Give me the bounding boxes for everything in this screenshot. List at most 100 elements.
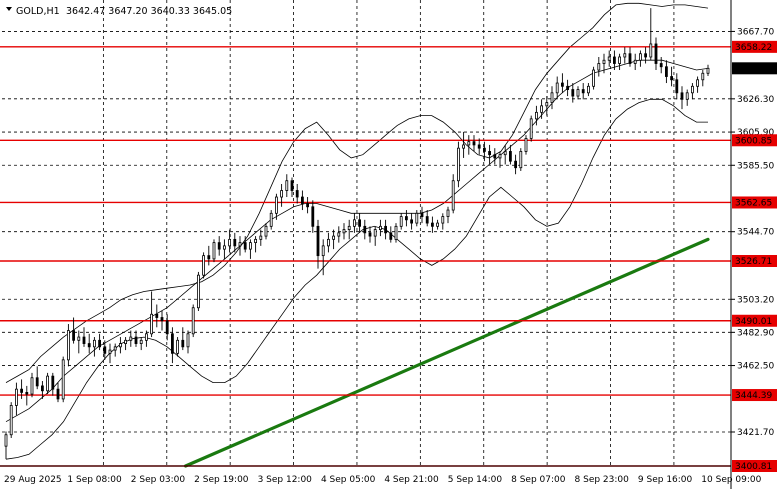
candle-body	[191, 307, 195, 335]
candle-body	[691, 85, 694, 94]
chart-area[interactable]: 3667.70 3626.30 3605.90 3585.50 3544.70 3503.…	[0, 0, 781, 489]
candle-body	[56, 388, 60, 400]
candle-body	[451, 180, 455, 211]
candle-body	[264, 225, 268, 237]
x-tick-label: 29 Aug 2025	[4, 475, 62, 485]
candle-body	[561, 82, 564, 87]
candle-body	[613, 56, 616, 64]
y-tick-label: 3462.50	[737, 362, 774, 372]
candle-body	[675, 79, 679, 94]
candle-body	[82, 336, 86, 344]
candle-body	[4, 434, 8, 447]
candle	[202, 252, 206, 279]
candle-body	[280, 190, 284, 198]
candle-body	[181, 339, 185, 348]
candle-body	[103, 346, 107, 354]
candle-body	[67, 330, 70, 361]
candle-body	[425, 216, 429, 224]
candle	[176, 337, 180, 357]
candle-body	[238, 242, 242, 247]
candle-body	[706, 67, 710, 74]
candle-body	[665, 66, 668, 77]
candle-body	[332, 235, 336, 240]
candle-body	[363, 225, 367, 234]
candle-body	[285, 180, 289, 191]
candle-body	[373, 229, 377, 237]
candle-body	[649, 43, 653, 58]
plot-background	[0, 0, 781, 489]
candle-body	[306, 203, 310, 208]
x-tick-label: 8 Sep 07:00	[511, 475, 566, 485]
candle	[212, 239, 216, 263]
candle	[9, 402, 13, 439]
candle-body	[477, 144, 481, 149]
y-tick-label: 3421.70	[737, 428, 774, 438]
candle-body	[337, 232, 341, 237]
candle-body	[165, 320, 169, 335]
ohlc-readout: 3642.47 3647.20 3640.33 3645.05	[66, 6, 232, 17]
candle-body	[108, 349, 112, 354]
level-price-label: 3600.85	[735, 136, 772, 146]
candle-body	[321, 245, 325, 257]
candle-body	[618, 56, 621, 64]
candle-body	[300, 196, 304, 204]
candle-body	[654, 43, 658, 64]
candle-body	[41, 385, 44, 392]
candle-body	[420, 212, 424, 217]
candlestick-chart[interactable]: 3667.703626.303605.903585.503544.703503.…	[0, 0, 781, 489]
candle-body	[290, 180, 294, 191]
candle-body	[113, 346, 117, 351]
candle-body	[508, 151, 512, 162]
candle-body	[576, 89, 580, 97]
candle-body	[581, 89, 585, 94]
candle-body	[347, 225, 351, 230]
x-tick-label: 1 Sep 08:00	[67, 475, 122, 485]
candle-body	[155, 313, 159, 318]
candle-body	[571, 89, 575, 97]
candle	[592, 66, 595, 90]
candle-body	[9, 405, 13, 436]
candle-body	[129, 336, 133, 341]
candle-body	[160, 317, 164, 322]
candle-body	[274, 196, 278, 214]
candle-body	[269, 212, 273, 227]
candle	[46, 372, 49, 395]
x-tick-label: 2 Sep 19:00	[194, 475, 249, 485]
candle-body	[701, 72, 705, 81]
candle-body	[326, 238, 330, 247]
candle-body	[259, 235, 263, 240]
candle-body	[644, 53, 647, 58]
candle-body	[378, 225, 382, 230]
y-tick-label: 3503.20	[737, 295, 774, 305]
candle-body	[472, 141, 476, 146]
candle-body	[207, 255, 211, 260]
y-tick-label: 3585.50	[737, 161, 774, 171]
candle	[394, 223, 398, 243]
y-tick-label: 3482.90	[737, 328, 774, 338]
candle-body	[51, 375, 55, 390]
candle-body	[248, 242, 252, 250]
candle-body	[98, 339, 101, 348]
candle-body	[222, 245, 226, 250]
x-tick-label: 2 Sep 03:00	[131, 475, 186, 485]
candle-body	[46, 375, 49, 392]
level-price-label: 3562.65	[735, 198, 772, 208]
y-tick-label: 3626.30	[737, 95, 774, 105]
candle-body	[535, 111, 538, 120]
candle-body	[415, 212, 419, 224]
level-price-label: 3526.71	[735, 257, 772, 267]
candle-body	[202, 255, 206, 276]
candle-body	[134, 336, 138, 344]
y-tick-label: 3544.70	[737, 228, 774, 238]
candle-body	[311, 206, 315, 227]
candle	[524, 135, 528, 155]
candle-body	[14, 388, 18, 406]
candle-body	[659, 63, 663, 68]
candle-body	[77, 336, 81, 341]
candle-body	[20, 388, 24, 393]
candle-body	[352, 219, 356, 227]
candle-body	[566, 85, 569, 90]
candle	[456, 141, 460, 188]
candle-body	[430, 222, 434, 227]
candle-body	[399, 216, 403, 227]
